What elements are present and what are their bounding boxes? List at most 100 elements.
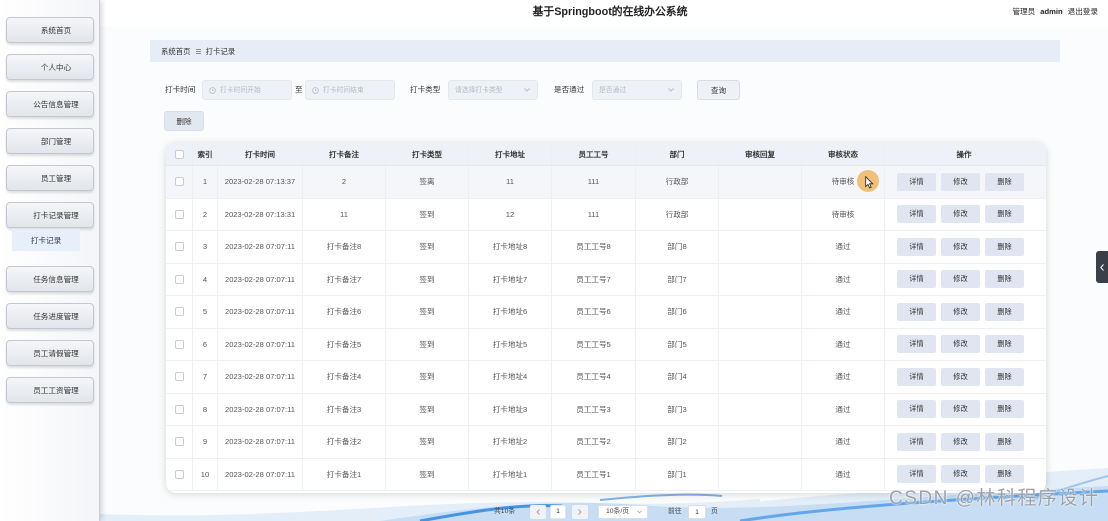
detail-button[interactable]: 详情 [897,205,936,224]
detail-button[interactable]: 详情 [897,172,936,191]
breadcrumb-home[interactable]: 系统首页 [161,46,191,57]
row-checkbox[interactable] [174,437,184,447]
edit-button[interactable]: 修改 [941,400,980,419]
row-checkbox[interactable] [174,177,184,187]
clock-type-select[interactable] [448,80,538,100]
edit-button[interactable]: 修改 [941,465,980,484]
cell-employee-number: 111 [552,166,636,198]
row-checkbox[interactable] [174,469,184,479]
detail-button[interactable]: 详情 [897,432,936,451]
detail-button[interactable]: 详情 [897,302,936,321]
cell-clock-time: 2023-02-28 07:07:11 [218,393,303,425]
clock-time-start-picker[interactable] [202,80,292,100]
cell-clock-time: 2023-02-28 07:13:31 [218,198,303,230]
sidebar-item-attendance-management[interactable]: 打卡记录管理 [6,202,94,228]
batch-delete-button[interactable]: 删除 [164,111,204,131]
sidebar-subitem-attendance-records[interactable]: 打卡记录 [12,229,80,251]
pagination-goto-input[interactable] [688,505,706,519]
row-delete-button[interactable]: 删除 [985,302,1024,321]
clock-time-end-input[interactable] [323,81,394,99]
cell-clock-type: 签到 [386,361,469,393]
sidebar-item-profile[interactable]: 个人中心 [6,54,94,80]
row-checkbox[interactable] [174,339,184,349]
table-row: 9 2023-02-28 07:07:11 打卡备注2 签到 打卡地址2 员工工号2 部门2… [166,426,1046,459]
row-actions: 详情 修改 删除 [885,394,1043,426]
user-info: 管理员 admin 退出登录 [1012,6,1098,18]
cell-clock-note: 打卡备注8 [303,231,386,263]
edit-button[interactable]: 修改 [941,302,980,321]
cell-clock-type: 签离 [386,166,469,198]
detail-button[interactable]: 详情 [897,367,936,386]
edit-button[interactable]: 修改 [941,367,980,386]
row-delete-button[interactable]: 删除 [985,432,1024,451]
table-row: 10 2023-02-28 07:07:11 打卡备注1 签到 打卡地址1 员工工号1 部门… [166,458,1046,491]
row-checkbox-cell [166,296,193,328]
logout-link[interactable]: 退出登录 [1068,6,1098,18]
row-delete-button[interactable]: 删除 [985,270,1024,289]
row-delete-button[interactable]: 删除 [985,367,1024,386]
row-delete-button[interactable]: 删除 [985,400,1024,419]
sidebar-item-departments[interactable]: 部门管理 [6,128,94,154]
row-delete-button[interactable]: 删除 [985,465,1024,484]
sidebar-item-salary[interactable]: 员工工资管理 [6,377,94,403]
sidebar-item-tasks[interactable]: 任务信息管理 [6,266,94,292]
page-size-select[interactable]: 10条/页 [598,505,648,519]
edit-button[interactable]: 修改 [941,237,980,256]
edge-collapse-tab[interactable] [1096,251,1108,283]
row-checkbox[interactable] [174,372,184,382]
detail-button[interactable]: 详情 [897,237,936,256]
cell-index: 10 [193,458,218,490]
table-row: 6 2023-02-28 07:07:11 打卡备注5 签到 打卡地址5 员工工号5 部门5… [166,328,1046,361]
detail-button[interactable]: 详情 [897,400,936,419]
sidebar-item-announcements[interactable]: 公告信息管理 [6,91,94,117]
row-checkbox[interactable] [174,404,184,414]
cell-clock-address: 打卡地址2 [469,426,552,458]
cell-clock-note: 打卡备注6 [303,296,386,328]
clock-type-select-input[interactable] [449,81,524,99]
row-delete-button[interactable]: 删除 [985,237,1024,256]
detail-button[interactable]: 详情 [897,270,936,289]
row-delete-button[interactable]: 删除 [985,172,1024,191]
pagination-next-button[interactable] [572,505,588,519]
cell-review-status: 通过 [802,328,885,360]
pagination-prev-button[interactable] [530,505,546,519]
cell-index: 6 [193,328,218,360]
pass-status-label: 是否通过 [554,85,585,94]
edit-button[interactable]: 修改 [941,270,980,289]
clock-time-start-input[interactable] [220,81,291,99]
sidebar-item-employees[interactable]: 员工管理 [6,165,94,191]
pass-status-select-input[interactable] [593,81,668,99]
chevron-left-icon [536,509,540,515]
column-header-department: 部门 [636,143,719,165]
attendance-table: 索引 打卡时间 打卡备注 打卡类型 打卡地址 员工工号 部门 审核回复 审核状态… [166,143,1046,493]
sidebar-item-home[interactable]: 系统首页 [6,17,94,43]
range-separator: 至 [295,85,303,94]
cell-clock-type: 签到 [386,426,469,458]
cell-employee-number: 员工工号1 [552,458,636,490]
cell-clock-address: 打卡地址1 [469,458,552,490]
detail-button[interactable]: 详情 [897,335,936,354]
row-checkbox[interactable] [174,274,184,284]
query-button[interactable]: 查询 [697,80,740,100]
row-checkbox-cell [166,458,193,490]
clock-time-end-picker[interactable] [305,80,395,100]
sidebar-item-task-progress[interactable]: 任务进度管理 [6,303,94,329]
row-checkbox[interactable] [174,209,184,219]
cell-employee-number: 员工工号2 [552,426,636,458]
detail-button[interactable]: 详情 [897,465,936,484]
edit-button[interactable]: 修改 [941,335,980,354]
edit-button[interactable]: 修改 [941,432,980,451]
chevron-down-icon [668,88,674,92]
select-all-checkbox[interactable] [174,149,184,159]
pass-status-select[interactable] [592,80,682,100]
row-checkbox[interactable] [174,307,184,317]
edit-button[interactable]: 修改 [941,205,980,224]
sidebar-item-leave[interactable]: 员工请假管理 [6,340,94,366]
cell-clock-type: 签到 [386,393,469,425]
pagination-page-1[interactable]: 1 [550,505,566,519]
row-delete-button[interactable]: 删除 [985,335,1024,354]
row-delete-button[interactable]: 删除 [985,205,1024,224]
row-checkbox[interactable] [174,242,184,252]
row-actions: 详情 修改 删除 [885,264,1043,296]
edit-button[interactable]: 修改 [941,172,980,191]
